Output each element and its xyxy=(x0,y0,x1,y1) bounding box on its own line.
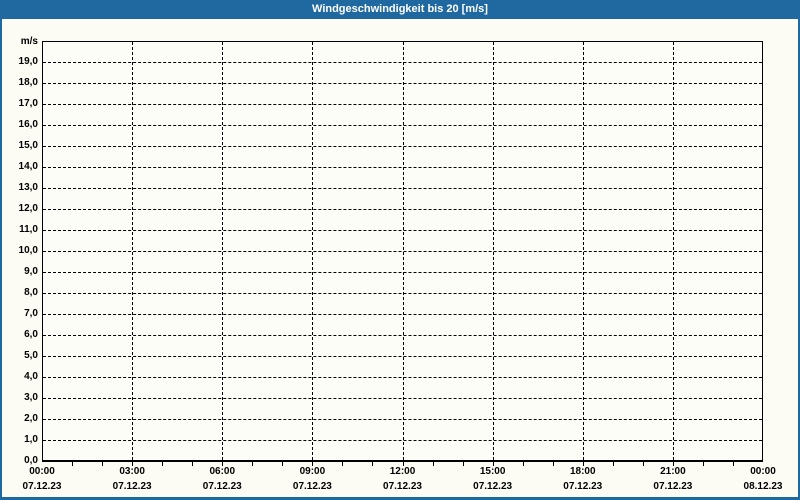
x-tick-time-label: 18:00 xyxy=(569,466,596,477)
y-axis-unit-label: m/s xyxy=(20,36,38,47)
y-tick-label: 19,0 xyxy=(18,56,38,67)
x-tick-time-label: 03:00 xyxy=(119,466,145,477)
y-tick-label: 8,0 xyxy=(24,287,38,298)
y-tick-label: 18,0 xyxy=(18,77,38,88)
y-tick-label: 14,0 xyxy=(18,161,38,172)
y-tick-label: 5,0 xyxy=(24,350,38,361)
y-tick-label: 4,0 xyxy=(24,371,38,382)
y-tick-label: 2,0 xyxy=(24,413,38,424)
x-tick-time-label: 00:00 xyxy=(750,466,776,477)
y-tick-label: 9,0 xyxy=(24,266,38,277)
x-tick-date-label: 08.12.23 xyxy=(743,481,783,492)
y-tick-label: 12,0 xyxy=(18,203,38,214)
y-tick-label: 3,0 xyxy=(24,392,38,403)
v-gridline xyxy=(492,42,494,460)
y-tick-label: 6,0 xyxy=(24,329,38,340)
x-tick-time-label: 21:00 xyxy=(660,466,686,477)
y-tick-label: 17,0 xyxy=(18,98,38,109)
x-tick-date-label: 07.12.23 xyxy=(112,481,152,492)
v-gridline xyxy=(222,42,224,460)
y-tick-label: 7,0 xyxy=(24,308,38,319)
x-tick-date-label: 07.12.23 xyxy=(653,481,693,492)
y-tick-label: 11,0 xyxy=(19,224,38,235)
v-gridline xyxy=(402,42,404,460)
chart-window: Windgeschwindigkeit bis 20 [m/s] m/s 0,0… xyxy=(0,0,800,500)
x-tick-date-label: 07.12.23 xyxy=(22,481,62,492)
x-tick-time-label: 15:00 xyxy=(479,466,506,477)
v-gridline xyxy=(672,42,674,460)
v-gridline xyxy=(582,42,584,460)
x-tick-time-label: 12:00 xyxy=(389,466,416,477)
v-gridline xyxy=(132,42,134,460)
x-tick-time-label: 06:00 xyxy=(209,466,236,477)
x-tick-time-label: 09:00 xyxy=(299,466,326,477)
x-tick-date-label: 07.12.23 xyxy=(202,481,242,492)
chart-title-bar: Windgeschwindigkeit bis 20 [m/s] xyxy=(2,0,798,19)
chart-title: Windgeschwindigkeit bis 20 [m/s] xyxy=(312,3,488,15)
x-tick-time-label: 00:00 xyxy=(29,466,55,477)
plot-area xyxy=(42,41,763,462)
v-gridline xyxy=(312,42,314,460)
x-tick-date-label: 07.12.23 xyxy=(292,481,332,492)
y-tick-label: 1,0 xyxy=(24,434,38,445)
x-tick-date-label: 07.12.23 xyxy=(383,481,422,492)
y-tick-label: 16,0 xyxy=(18,119,38,130)
x-tick-date-label: 07.12.23 xyxy=(563,481,603,492)
y-tick-label: 13,0 xyxy=(18,182,38,193)
x-tick-date-label: 07.12.23 xyxy=(473,481,513,492)
y-tick-label: 10,0 xyxy=(18,245,38,256)
y-tick-label: 15,0 xyxy=(18,140,38,151)
